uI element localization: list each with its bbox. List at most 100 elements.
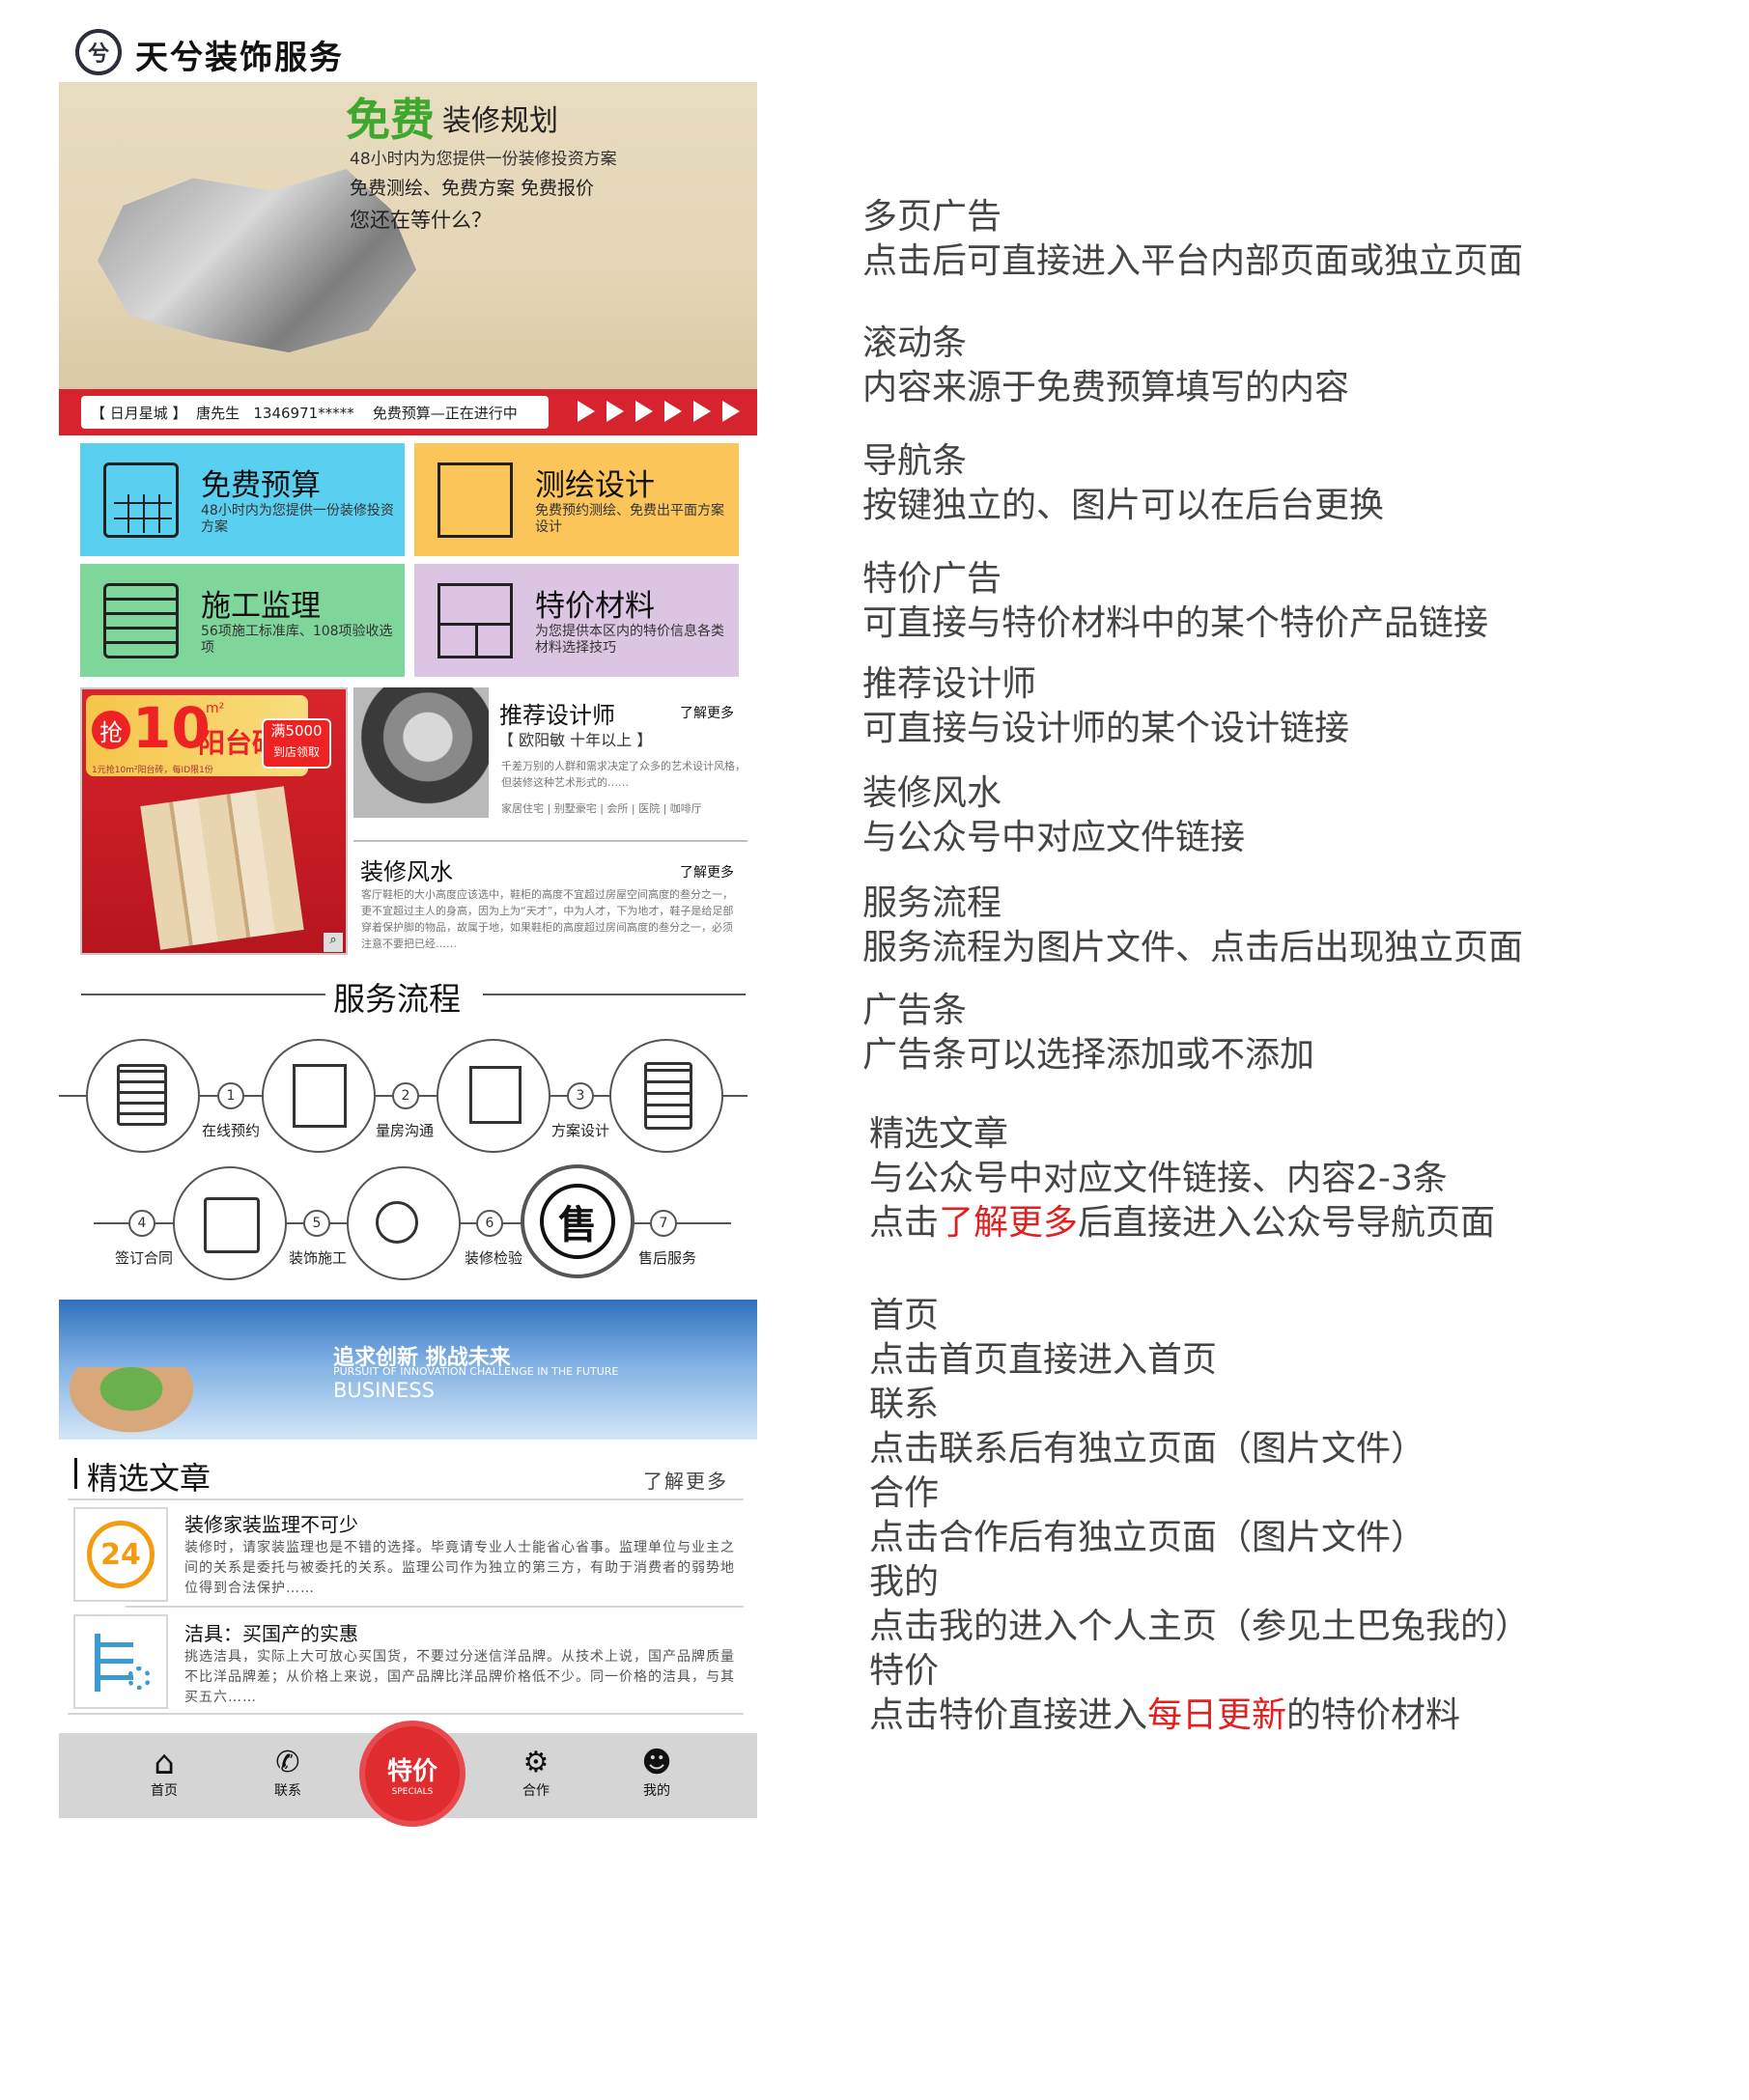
flow-step-label: 装饰施工 [289, 1249, 348, 1267]
note-text: 可直接与设计师的某个设计链接 [862, 709, 1350, 748]
nav-cooperation[interactable]: ⚙ 合作 [507, 1746, 565, 1800]
blueprint-icon [469, 1066, 522, 1124]
nav-home[interactable]: ⌂ 首页 [135, 1746, 193, 1800]
flow-step-drill [173, 1166, 287, 1280]
note-heading: 多页广告 [862, 197, 1002, 237]
flow-step-number: 2 [392, 1082, 419, 1109]
article-title: 装修家装监理不可少 [184, 1513, 358, 1536]
designer-photo[interactable] [353, 687, 489, 818]
special-label: 特价 [386, 1756, 437, 1786]
note-articles: 精选文章 与公众号中对应文件链接、内容2-3条 点击了解更多后直接进入公众号导航… [869, 1112, 1495, 1246]
banner-title-free: 免费 [346, 94, 435, 146]
nav-tile-survey-design[interactable]: 测绘设计 免费预约测绘、免费出平面方案设计 [414, 443, 739, 556]
zoom-icon[interactable]: ⌕ [324, 933, 343, 952]
ad-slogan-en: PURSUIT OF INNOVATION CHALLENGE IN THE F… [333, 1365, 619, 1378]
nav-tile-special-materials[interactable]: 特价材料 为您提供本区内的特价信息各类材料选择技巧 [414, 564, 739, 677]
note-navbar: 导航条 按键独立的、图片可以在后台更换 [862, 439, 1384, 528]
chevron-right-icon [635, 401, 653, 422]
note-text: 点击联系后有独立页面（图片文件） [869, 1429, 1426, 1469]
divider [68, 1713, 744, 1715]
flow-step-label: 售后服务 [638, 1249, 697, 1267]
tile-desc: 免费预约测绘、免费出平面方案设计 [535, 503, 724, 535]
magnifier-icon [376, 1201, 418, 1244]
note-text: 广告条可以选择添加或不添加 [862, 1035, 1315, 1075]
app-title: 天兮装饰服务 [135, 39, 344, 77]
note-text: 与公众号中对应文件链接 [862, 818, 1246, 857]
chevron-right-icon [607, 401, 624, 422]
tile-desc: 48小时内为您提供一份装修投资方案 [201, 503, 394, 535]
note-text: 服务流程为图片文件、点击后出现独立页面 [862, 928, 1524, 967]
article-item[interactable]: 洁具：买国产的实惠 挑选洁具，实际上大可放心买国货，不要过分迷信洋品牌。从技术上… [70, 1609, 744, 1713]
designer-more-link[interactable]: 了解更多 [680, 703, 734, 722]
note-highlight: 了解更多 [939, 1203, 1079, 1243]
flow-step-number: 5 [303, 1210, 330, 1237]
tile-title: 施工监理 [201, 589, 321, 624]
fengshui-title: 装修风水 [360, 858, 453, 885]
tile-desc: 为您提供本区内的特价信息各类材料选择技巧 [535, 624, 724, 656]
articles-more-link[interactable]: 了解更多 [643, 1466, 728, 1494]
nav-tile-free-budget[interactable]: 免费预算 48小时内为您提供一份装修投资方案 [80, 443, 405, 556]
article-title: 洁具：买国产的实惠 [184, 1622, 358, 1645]
nav-label: 我的 [643, 1783, 670, 1799]
tile-title: 特价材料 [535, 589, 655, 624]
flow-title: 服务流程 [333, 980, 461, 1018]
chevron-right-icon [578, 401, 595, 422]
clock-24-text: 24 [87, 1521, 155, 1588]
hand-house-image [59, 1367, 204, 1440]
special-label-en: SPECIALS [391, 1786, 434, 1797]
flow-step-after-sales: 售 [521, 1164, 635, 1278]
doc-lines [95, 1634, 133, 1692]
section-marker [74, 1458, 77, 1489]
flow-step-number: 6 [476, 1210, 503, 1237]
floorplan-icon [293, 1064, 347, 1128]
note-bottom-nav: 首页 点击首页直接进入首页 联系 点击联系后有独立页面（图片文件） 合作 点击合… [869, 1294, 1530, 1738]
note-heading: 导航条 [862, 441, 968, 481]
note-heading: 滚动条 [862, 323, 968, 363]
flow-step-label: 量房沟通 [376, 1122, 435, 1139]
promo-badge-text2: 到店领取 [272, 745, 320, 759]
designer-tags: 家居住宅 | 别墅豪宅 | 会所 | 医院 | 咖啡厅 [501, 802, 702, 815]
article-item[interactable]: 24 装修家装监理不可少 装修时，请家装监理也是不错的选择。毕竟请专业人士能省心… [70, 1501, 744, 1606]
note-flow: 服务流程 服务流程为图片文件、点击后出现独立页面 [862, 882, 1523, 970]
note-heading: 特价 [869, 1651, 940, 1691]
flow-step-number: 4 [128, 1210, 155, 1237]
flow-step-label: 方案设计 [551, 1122, 610, 1139]
tile-boards-image [140, 786, 304, 950]
tile-title: 免费预算 [201, 468, 321, 503]
note-text: 点击我的进入个人主页（参见土巴兔我的） [869, 1607, 1531, 1646]
settings-doc-icon [73, 1614, 168, 1709]
note-text: 按键独立的、图片可以在后台更换 [862, 486, 1385, 525]
cabinet-icon [437, 583, 513, 658]
nav-tile-construction-supervision[interactable]: 施工监理 56项施工标准库、108项验收选项 [80, 564, 405, 677]
user-icon: ☻ [641, 1746, 672, 1779]
fengshui-desc: 客厅鞋柜的大小高度应该选中，鞋柜的高度不宜超过房屋空间高度的叁分之一，更不宜超过… [361, 888, 734, 950]
note-heading: 首页 [869, 1296, 940, 1335]
special-price-ad[interactable]: 抢 10 m² 阳台砖 1元抢10m²阳台砖，每ID限1份 满5000 到店领取… [80, 687, 348, 955]
note-heading: 推荐设计师 [862, 664, 1037, 704]
articles-title: 精选文章 [87, 1460, 212, 1497]
flow-step-measure [262, 1039, 376, 1153]
promo-qiang: 抢 [92, 711, 130, 749]
note-multi-ad: 多页广告 点击后可直接进入平台内部页面或独立页面 [862, 195, 1523, 284]
checklist-icon [103, 583, 179, 658]
note-text-line2: 点击了解更多后直接进入公众号导航页面 [869, 1201, 1495, 1246]
notebook-icon [117, 1064, 167, 1126]
nav-mine[interactable]: ☻ 我的 [628, 1746, 686, 1800]
note-heading: 合作 [869, 1473, 940, 1513]
note-heading: 装修风水 [862, 773, 1002, 813]
chevron-right-icon [722, 401, 740, 422]
note-heading: 精选文章 [869, 1114, 1009, 1154]
chevron-right-icon [664, 401, 682, 422]
nav-special[interactable]: 特价 SPECIALS [365, 1726, 460, 1821]
flow-step-label: 装修检验 [465, 1249, 523, 1267]
contract-icon [644, 1062, 692, 1130]
flow-step-number: 1 [217, 1082, 244, 1109]
service-flow-chart[interactable]: 1 在线预约 2 量房沟通 3 方案设计 4 签订合同 5 装饰施工 6 装修检… [59, 1033, 757, 1280]
note-text: 点击合作后有独立页面（图片文件） [869, 1518, 1426, 1557]
home-icon: ⌂ [154, 1744, 175, 1782]
nav-contact[interactable]: ✆ 联系 [259, 1746, 317, 1800]
divider [126, 1606, 744, 1608]
flow-step-number: 7 [650, 1210, 677, 1237]
fengshui-more-link[interactable]: 了解更多 [680, 862, 734, 882]
note-heading: 联系 [869, 1385, 940, 1424]
